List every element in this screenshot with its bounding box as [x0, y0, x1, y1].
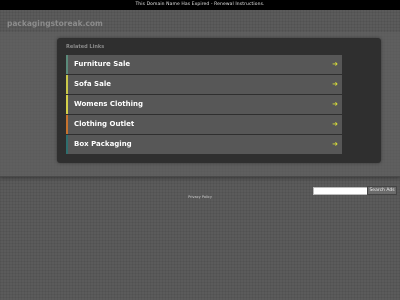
search-ads-button[interactable]: Search Ads [367, 186, 397, 195]
related-link-womens-clothing[interactable]: Womens Clothing ➜ [66, 95, 342, 114]
related-link-label: Clothing Outlet [74, 120, 135, 128]
related-links-heading: Related Links [66, 44, 105, 50]
related-link-label: Sofa Sale [74, 80, 111, 88]
site-header: packagingstoreak.com [0, 10, 400, 30]
related-link-sofa-sale[interactable]: Sofa Sale ➜ [66, 75, 342, 94]
related-link-furniture-sale[interactable]: Furniture Sale ➜ [66, 55, 342, 74]
arrow-right-icon: ➜ [332, 120, 338, 128]
domain-title: packagingstoreak.com [7, 19, 103, 28]
related-link-label: Box Packaging [74, 140, 132, 148]
related-link-label: Womens Clothing [74, 100, 143, 108]
expired-domain-banner[interactable]: This Domain Name Has Expired - Renewal I… [0, 0, 400, 10]
related-links-list: Furniture Sale ➜ Sofa Sale ➜ Womens Clot… [66, 55, 342, 155]
related-link-label: Furniture Sale [74, 60, 131, 68]
arrow-right-icon: ➜ [332, 80, 338, 88]
related-link-clothing-outlet[interactable]: Clothing Outlet ➜ [66, 115, 342, 134]
arrow-right-icon: ➜ [332, 100, 338, 108]
privacy-policy-link[interactable]: Privacy Policy [0, 195, 400, 200]
arrow-right-icon: ➜ [332, 60, 338, 68]
search-input[interactable] [313, 187, 369, 195]
arrow-right-icon: ➜ [332, 140, 338, 148]
related-link-box-packaging[interactable]: Box Packaging ➜ [66, 135, 342, 154]
related-links-panel: Related Links Furniture Sale ➜ Sofa Sale… [57, 38, 381, 163]
